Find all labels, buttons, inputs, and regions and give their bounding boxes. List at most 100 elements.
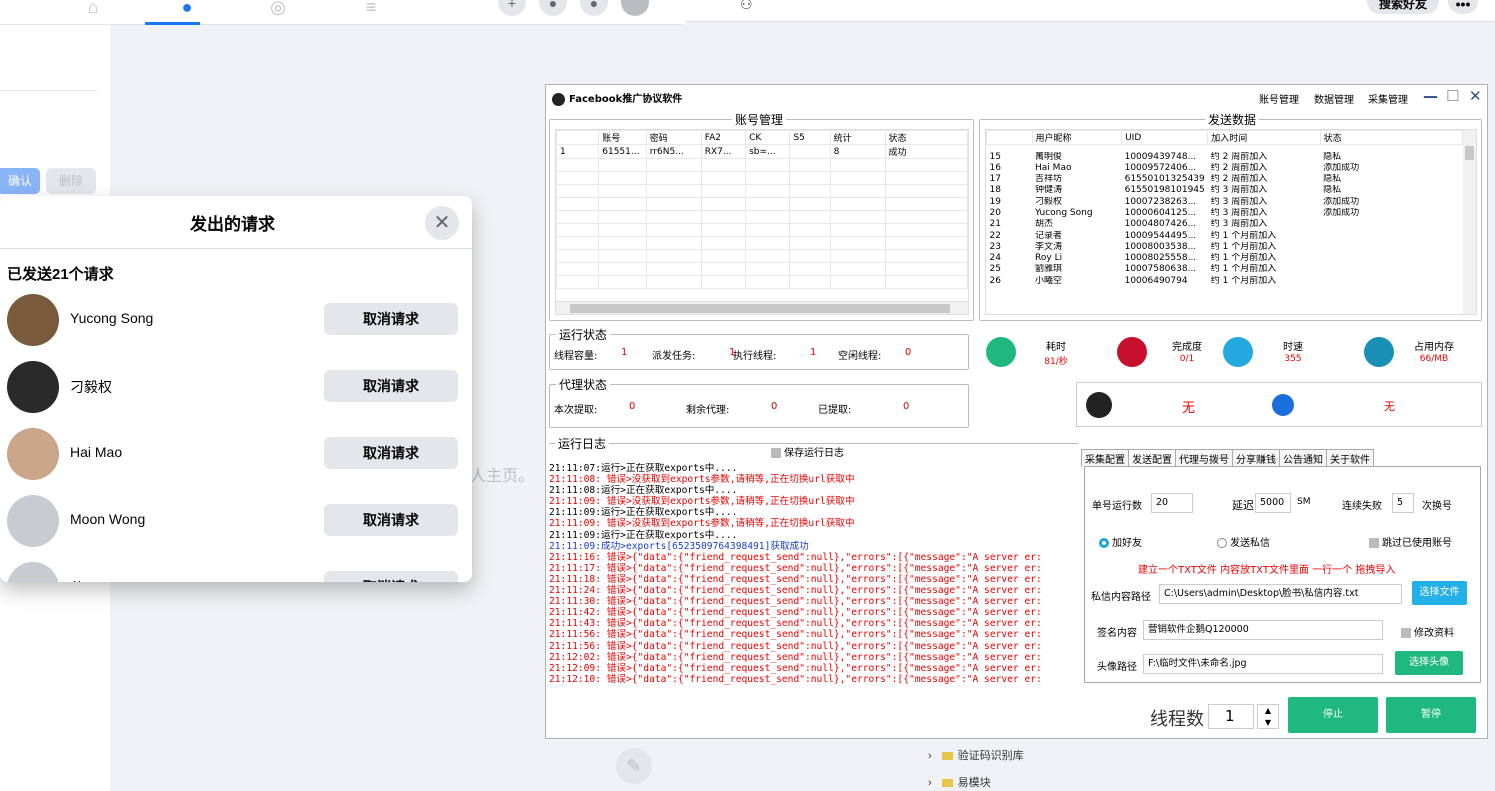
table-row[interactable]: 25 劉雅琪 10007580638... 约 1 个月前加入 bbox=[987, 264, 1463, 275]
table-cell bbox=[700, 171, 747, 185]
choose-avatar-button[interactable]: 选择头像 bbox=[1395, 651, 1463, 675]
run-log: 21:11:07:运行>正在获取exports中.... 21:11:08: 错误… bbox=[549, 463, 1077, 727]
delete-button[interactable]: 删除 bbox=[46, 168, 96, 194]
cancel-request-button[interactable]: 取消请求 bbox=[324, 571, 458, 582]
table-row[interactable] bbox=[556, 262, 968, 276]
table-cell bbox=[745, 249, 791, 263]
table-row[interactable] bbox=[556, 197, 968, 211]
table-cell: 记录者 bbox=[1035, 230, 1063, 241]
table-row[interactable]: 15 萬明俊 10009439748... 约 2 周前加入 隐私 bbox=[987, 152, 1463, 163]
request-name: 刁毅权 bbox=[70, 379, 112, 395]
table-row[interactable]: 1 61551... rr6N5... RX7... sb=... 8 成功 bbox=[556, 144, 968, 159]
fail-input[interactable]: 5 bbox=[1392, 493, 1414, 513]
table-row[interactable]: 17 吉祥坊 61550101325439 约 2 周前加入 隐私 bbox=[987, 174, 1463, 185]
add-friend-radio[interactable]: 加好友 bbox=[1099, 534, 1142, 549]
menu-data[interactable]: 数据管理 bbox=[1314, 91, 1354, 106]
table-row[interactable] bbox=[556, 184, 968, 198]
groups-icon[interactable]: ◎ bbox=[265, 0, 291, 16]
table-row[interactable]: 19 刁毅权 10007238263... 约 3 周前加入 添加成功 bbox=[987, 197, 1463, 208]
tab-5[interactable]: 关于软件 bbox=[1326, 449, 1374, 467]
table-row[interactable]: 26 小曦空 10006490794 约 1 个月前加入 bbox=[987, 276, 1463, 287]
tab-2[interactable]: 代理与拨号 bbox=[1175, 449, 1233, 467]
table-row[interactable] bbox=[556, 223, 968, 237]
cancel-request-button[interactable]: 取消请求 bbox=[324, 370, 458, 402]
tree-item-label: 验证码识别库 bbox=[957, 750, 1024, 762]
vertical-scrollbar[interactable] bbox=[1463, 130, 1476, 314]
send-message-radio[interactable]: 发送私信 bbox=[1217, 534, 1270, 549]
horizontal-scrollbar[interactable] bbox=[556, 301, 968, 314]
table-row[interactable]: 16 Hai Mao 10009572406... 约 2 周前加入 添加成功 bbox=[987, 163, 1463, 174]
close-icon[interactable]: ✕ bbox=[425, 206, 459, 240]
table-row[interactable]: 23 李文涛 10008003538... 约 1 个月前加入 bbox=[987, 242, 1463, 253]
table-row[interactable]: 24 Roy Li 10008025558... 约 1 个月前加入 bbox=[987, 253, 1463, 264]
menu-collect[interactable]: 采集管理 bbox=[1368, 91, 1408, 106]
table-row[interactable]: 18 钟健涛 61550198101945 约 3 周前加入 隐私 bbox=[987, 185, 1463, 196]
table-row[interactable]: 22 记录者 10009544495... 约 1 个月前加入 bbox=[987, 231, 1463, 242]
cancel-request-button[interactable]: 取消请求 bbox=[324, 437, 458, 469]
threads-input[interactable]: 1 bbox=[1208, 704, 1254, 729]
home-icon[interactable]: ⌂ bbox=[80, 0, 106, 16]
avatar-path-input[interactable]: F:\临时文件\未命名.jpg bbox=[1143, 654, 1383, 674]
pause-button[interactable]: 暂停 bbox=[1386, 697, 1476, 733]
metric-label: 完成度 bbox=[1172, 342, 1202, 353]
tree-item[interactable]: › 验证码识别库 bbox=[928, 747, 1024, 763]
cancel-request-button[interactable]: 取消请求 bbox=[324, 303, 458, 335]
table-row[interactable]: 20 Yucong Song 10000604125... 约 3 周前加入 添加成功 bbox=[987, 208, 1463, 219]
search-friends-button[interactable]: 搜索好友 bbox=[1367, 0, 1439, 14]
proxy-stat-value: 0 bbox=[771, 401, 778, 412]
signature-input[interactable]: 营销软件企鹅Q120000 bbox=[1143, 620, 1383, 640]
fail-unit: 次换号 bbox=[1422, 501, 1452, 512]
metric-value: 0/1 bbox=[1179, 354, 1195, 364]
table-cell: 16 bbox=[989, 162, 1001, 173]
speedometer-icon bbox=[1223, 337, 1253, 367]
table-row[interactable]: 21 胡杰 10004807426... 约 3 周前加入 bbox=[987, 219, 1463, 230]
table-cell: 李文涛 bbox=[1035, 241, 1063, 252]
skip-used-checkbox[interactable]: 跳过已使用账号 bbox=[1369, 534, 1452, 549]
clock-icon bbox=[986, 337, 1016, 367]
table-row[interactable] bbox=[556, 249, 968, 263]
save-log-checkbox[interactable]: 保存运行日志 bbox=[771, 444, 844, 459]
table-cell: 约 2 周前加入 bbox=[1210, 174, 1268, 185]
close-window-icon[interactable]: ✕ bbox=[1469, 87, 1482, 105]
table-cell: 15 bbox=[989, 151, 1001, 162]
table-cell: Yucong Song bbox=[1035, 207, 1093, 218]
table-cell bbox=[1320, 276, 1462, 287]
table-row[interactable] bbox=[556, 210, 968, 224]
threads-stepper[interactable]: ▲ ▼ bbox=[1257, 704, 1279, 729]
message-path-input[interactable]: C:\Users\admin\Desktop\脸书\私信内容.txt bbox=[1159, 584, 1402, 604]
table-row[interactable] bbox=[556, 158, 968, 172]
confirm-button[interactable]: 确认 bbox=[0, 168, 40, 194]
table-cell: 吉祥坊 bbox=[1035, 174, 1063, 185]
table-cell bbox=[556, 236, 600, 250]
account-table[interactable]: 账号 密码 FA2 CK S5 统计 状态 1 61551... rr6N5... RX7... sb… bbox=[555, 129, 969, 315]
table-cell bbox=[598, 184, 647, 198]
tab-0[interactable]: 采集配置 bbox=[1081, 449, 1129, 467]
table-cell: 钟健涛 bbox=[1035, 185, 1063, 196]
user-icon[interactable]: ⚇ bbox=[740, 0, 753, 13]
stop-button[interactable]: 停止 bbox=[1288, 697, 1378, 733]
tab-4[interactable]: 公告通知 bbox=[1279, 449, 1327, 467]
delay-input[interactable]: 5000 bbox=[1255, 493, 1291, 513]
table-cell: 10007580638... bbox=[1124, 264, 1197, 275]
menu-account[interactable]: 账号管理 bbox=[1259, 91, 1299, 106]
compose-icon[interactable]: ✎ bbox=[616, 748, 652, 784]
choose-file-button[interactable]: 选择文件 bbox=[1412, 581, 1467, 605]
minimize-icon[interactable]: — bbox=[1423, 87, 1438, 105]
send-data-table[interactable]: 用户昵称 UID 加入时间 状态 15 萬明俊 10009439748... 约 2 周前加入… bbox=[985, 129, 1477, 315]
edit-profile-checkbox[interactable]: 修改资料 bbox=[1401, 624, 1454, 639]
avatar bbox=[7, 428, 59, 480]
tree-item[interactable]: › 易模块 bbox=[928, 774, 991, 790]
table-cell bbox=[645, 197, 702, 211]
config-tabs: 采集配置 发送配置 代理与拨号 分享赚钱 公告通知 关于软件 bbox=[1081, 449, 1374, 467]
per-account-input[interactable]: 20 bbox=[1151, 493, 1193, 513]
table-row[interactable] bbox=[556, 236, 968, 250]
cancel-request-button[interactable]: 取消请求 bbox=[324, 504, 458, 536]
table-row[interactable] bbox=[556, 275, 968, 289]
table-row[interactable] bbox=[556, 171, 968, 185]
tab-3[interactable]: 分享赚钱 bbox=[1232, 449, 1280, 467]
maximize-icon[interactable]: ☐ bbox=[1446, 87, 1459, 105]
log-line: 21:11:42: 错误>{"data":{"friend_request_se… bbox=[549, 607, 1042, 619]
tab-1[interactable]: 发送配置 bbox=[1128, 449, 1176, 467]
friends-icon[interactable]: ● bbox=[174, 0, 200, 16]
menu-icon[interactable]: ≡ bbox=[358, 0, 384, 16]
